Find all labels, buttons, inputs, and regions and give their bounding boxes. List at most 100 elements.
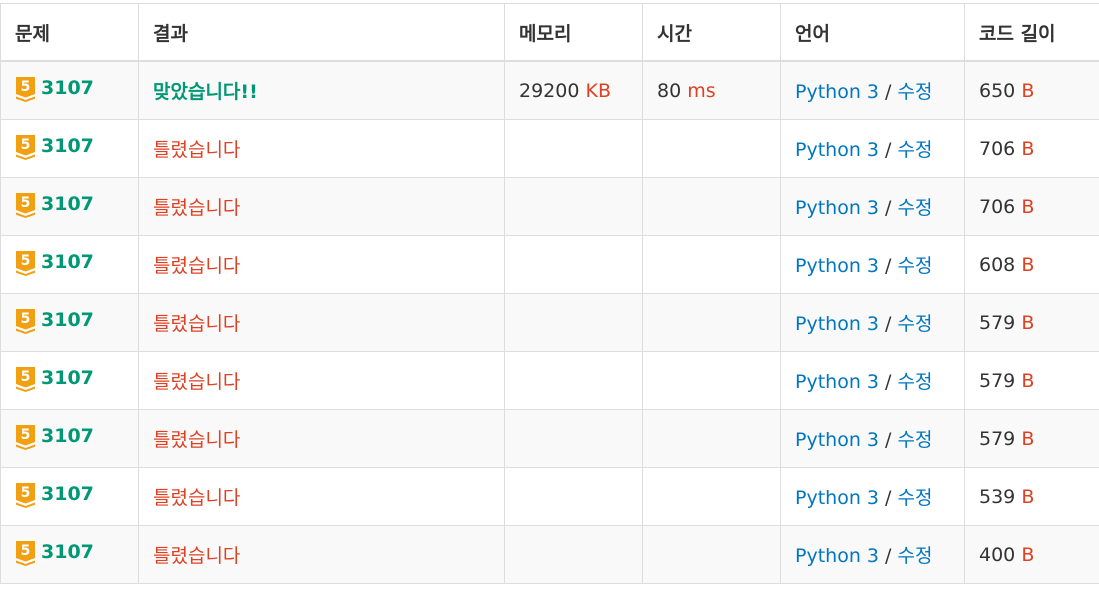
language-link[interactable]: Python 3 [795, 429, 879, 451]
edit-link[interactable]: 수정 [898, 255, 933, 277]
problem-cell: 5 3107 [0, 119, 139, 178]
separator: / [885, 545, 892, 567]
time-cell [642, 525, 781, 584]
language-cell: Python 3 / 수정 [780, 409, 965, 468]
result-text: 틀렸습니다 [153, 313, 241, 335]
problem-link[interactable]: 5 3107 [15, 191, 94, 218]
edit-link[interactable]: 수정 [898, 139, 933, 161]
code-length-cell: 650 B [964, 60, 1099, 120]
tier-number: 5 [21, 137, 31, 153]
language-link[interactable]: Python 3 [795, 139, 879, 161]
table-row: 5 3107 틀렸습니다 Python 3 / 수정 706 B [0, 119, 1099, 178]
header-code-length: 코드 길이 [964, 3, 1099, 62]
result-text: 틀렸습니다 [153, 487, 241, 509]
table-body: 5 3107 맞았습니다!! 29200 KB 80 ms Python 3 /… [0, 60, 1099, 584]
tier-badge-icon: 5 [16, 77, 35, 102]
header-memory: 메모리 [504, 3, 643, 62]
table-row: 5 3107 맞았습니다!! 29200 KB 80 ms Python 3 /… [0, 60, 1099, 120]
table-row: 5 3107 틀렸습니다 Python 3 / 수정 579 B [0, 351, 1099, 410]
memory-cell [504, 525, 643, 584]
result-text: 틀렸습니다 [153, 545, 241, 567]
table-row: 5 3107 틀렸습니다 Python 3 / 수정 539 B [0, 467, 1099, 526]
problem-cell: 5 3107 [0, 525, 139, 584]
table-row: 5 3107 틀렸습니다 Python 3 / 수정 579 B [0, 293, 1099, 352]
result-text: 틀렸습니다 [153, 197, 241, 219]
code-length-value: 400 [979, 543, 1016, 566]
memory-cell [504, 293, 643, 352]
edit-link[interactable]: 수정 [898, 487, 933, 509]
header-problem: 문제 [0, 3, 139, 62]
separator: / [885, 255, 892, 277]
tier-number: 5 [21, 253, 31, 269]
code-length-cell: 608 B [964, 235, 1099, 294]
problem-link[interactable]: 5 3107 [15, 133, 94, 160]
tier-number: 5 [21, 485, 31, 501]
memory-value: 29200 [519, 79, 580, 102]
result-cell: 틀렸습니다 [138, 351, 505, 410]
language-cell: Python 3 / 수정 [780, 467, 965, 526]
language-cell: Python 3 / 수정 [780, 119, 965, 178]
time-cell [642, 293, 781, 352]
problem-number: 3107 [41, 193, 94, 215]
language-link[interactable]: Python 3 [795, 545, 879, 567]
edit-link[interactable]: 수정 [898, 197, 933, 219]
memory-cell [504, 409, 643, 468]
problem-cell: 5 3107 [0, 177, 139, 236]
problem-number: 3107 [41, 425, 94, 447]
problem-number: 3107 [41, 135, 94, 157]
language-link[interactable]: Python 3 [795, 371, 879, 393]
edit-link[interactable]: 수정 [898, 81, 933, 103]
language-link[interactable]: Python 3 [795, 255, 879, 277]
result-text: 틀렸습니다 [153, 255, 241, 277]
code-length-unit: B [1021, 427, 1035, 450]
result-cell: 틀렸습니다 [138, 119, 505, 178]
problem-number: 3107 [41, 367, 94, 389]
header-language: 언어 [780, 3, 965, 62]
time-cell [642, 467, 781, 526]
result-cell: 틀렸습니다 [138, 467, 505, 526]
code-length-value: 579 [979, 311, 1016, 334]
language-cell: Python 3 / 수정 [780, 293, 965, 352]
tier-number: 5 [21, 543, 31, 559]
separator: / [885, 371, 892, 393]
language-cell: Python 3 / 수정 [780, 60, 965, 120]
separator: / [885, 487, 892, 509]
problem-cell: 5 3107 [0, 409, 139, 468]
problem-link[interactable]: 5 3107 [15, 307, 94, 334]
result-text: 틀렸습니다 [153, 371, 241, 393]
tier-badge-icon: 5 [16, 309, 35, 334]
language-link[interactable]: Python 3 [795, 313, 879, 335]
tier-badge-icon: 5 [16, 251, 35, 276]
tier-number: 5 [21, 195, 31, 211]
problem-link[interactable]: 5 3107 [15, 539, 94, 566]
edit-link[interactable]: 수정 [898, 429, 933, 451]
problem-link[interactable]: 5 3107 [15, 481, 94, 508]
time-cell [642, 351, 781, 410]
language-link[interactable]: Python 3 [795, 197, 879, 219]
problem-cell: 5 3107 [0, 293, 139, 352]
problem-number: 3107 [41, 251, 94, 273]
code-length-cell: 579 B [964, 409, 1099, 468]
language-link[interactable]: Python 3 [795, 81, 879, 103]
submission-status-table: 문제 결과 메모리 시간 언어 코드 길이 5 3107 맞았습니다!! 292… [0, 3, 1099, 584]
result-cell: 틀렸습니다 [138, 177, 505, 236]
problem-cell: 5 3107 [0, 235, 139, 294]
tier-badge-icon: 5 [16, 135, 35, 160]
problem-link[interactable]: 5 3107 [15, 249, 94, 276]
code-length-value: 579 [979, 427, 1016, 450]
code-length-unit: B [1021, 195, 1035, 218]
language-link[interactable]: Python 3 [795, 487, 879, 509]
problem-link[interactable]: 5 3107 [15, 423, 94, 450]
edit-link[interactable]: 수정 [898, 371, 933, 393]
code-length-cell: 579 B [964, 351, 1099, 410]
time-cell [642, 409, 781, 468]
problem-link[interactable]: 5 3107 [15, 365, 94, 392]
time-cell [642, 235, 781, 294]
problem-link[interactable]: 5 3107 [15, 75, 94, 102]
edit-link[interactable]: 수정 [898, 545, 933, 567]
edit-link[interactable]: 수정 [898, 313, 933, 335]
tier-number: 5 [21, 427, 31, 443]
code-length-unit: B [1021, 369, 1035, 392]
code-length-unit: B [1021, 253, 1035, 276]
memory-cell: 29200 KB [504, 60, 643, 120]
